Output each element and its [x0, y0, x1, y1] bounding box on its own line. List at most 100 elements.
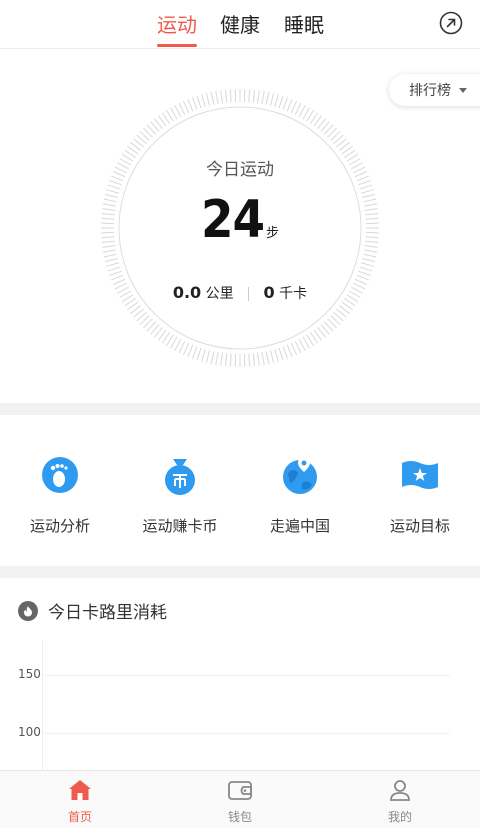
tab-health[interactable]: 健康 — [220, 9, 260, 38]
feature-label: 运动分析 — [0, 515, 120, 536]
ring-tick — [225, 353, 226, 366]
calories-value: 0 — [264, 283, 275, 302]
gridline — [42, 733, 450, 734]
ring-tick — [192, 346, 196, 358]
ring-tick — [221, 353, 223, 366]
calories-unit: 千卡 — [279, 286, 307, 302]
ring-tick — [188, 345, 193, 357]
distance-unit: 公里 — [206, 286, 234, 302]
ring-tick — [287, 345, 292, 357]
ring-tick — [109, 180, 121, 184]
ring-tick — [358, 271, 370, 275]
ring-tick — [202, 94, 206, 106]
ring-tick — [105, 258, 118, 261]
flag-star-icon — [400, 455, 440, 495]
ring-tick — [287, 99, 292, 111]
nav-wallet[interactable]: 钱包 — [200, 779, 280, 825]
ring-tick — [270, 350, 273, 363]
ranking-button[interactable]: 排行榜 — [389, 74, 480, 106]
ring-tick — [216, 91, 218, 104]
ring-tick — [266, 351, 269, 364]
nav-label: 首页 — [40, 808, 120, 825]
ring-tick — [175, 105, 181, 116]
chart-y-axis — [42, 640, 43, 771]
ring-tick — [104, 254, 117, 257]
ring-tick — [361, 263, 373, 267]
globe-pin-icon — [280, 455, 320, 495]
nav-label: 我的 — [360, 808, 440, 825]
section-divider — [0, 566, 480, 578]
ring-tick — [279, 96, 283, 108]
y-tick-label: 150 — [18, 667, 41, 681]
ring-tick — [360, 267, 372, 271]
share-arrow-icon[interactable] — [439, 11, 463, 35]
sport-stats: 0.0 公里 0 千卡 — [0, 283, 480, 303]
calorie-section-title: 今日卡路里消耗 — [48, 598, 167, 623]
ring-tick — [197, 348, 201, 360]
ring-tick — [266, 92, 269, 105]
ring-tick — [108, 185, 120, 189]
ring-tick — [279, 348, 283, 360]
ring-tick — [230, 89, 231, 102]
ring-tick — [283, 346, 287, 358]
ring-tick — [171, 108, 178, 119]
ring-tick — [216, 352, 218, 365]
nav-home[interactable]: 首页 — [40, 779, 120, 825]
ring-tick — [364, 250, 377, 252]
profile-icon — [389, 779, 411, 801]
nav-profile[interactable]: 我的 — [360, 779, 440, 825]
ring-tick — [249, 89, 250, 102]
top-tab-bar: 运动 健康 睡眠 — [0, 0, 480, 49]
footprint-icon — [40, 455, 80, 495]
ring-tick — [206, 93, 209, 106]
wallet-icon — [227, 779, 253, 801]
ranking-label: 排行榜 — [409, 80, 451, 100]
step-count: 24步 — [0, 190, 480, 250]
feature-label: 运动目标 — [360, 515, 480, 536]
ring-tick — [357, 275, 369, 280]
fire-icon — [18, 601, 38, 621]
ring-tick — [225, 90, 226, 103]
feature-sport-goal[interactable]: 运动目标 — [360, 455, 480, 536]
step-number: 24 — [201, 190, 264, 250]
ring-tick — [175, 339, 181, 350]
ring-tick — [103, 250, 116, 252]
coin-bag-icon — [160, 455, 200, 495]
ring-tick — [171, 337, 178, 348]
ring-tick — [183, 343, 188, 355]
ring-tick — [202, 349, 206, 361]
ring-tick — [183, 101, 188, 113]
ring-tick — [253, 353, 254, 366]
ring-tick — [270, 93, 273, 106]
ring-tick — [211, 351, 214, 364]
ring-tick — [109, 271, 121, 275]
caret-down-icon — [459, 88, 467, 93]
ring-tick — [303, 337, 310, 348]
nav-label: 钱包 — [200, 808, 280, 825]
calorie-section-header: 今日卡路里消耗 — [18, 598, 167, 623]
home-icon — [68, 779, 92, 801]
ring-tick — [179, 103, 185, 115]
ring-tick — [360, 185, 372, 189]
today-sport-label: 今日运动 — [0, 155, 480, 180]
ring-tick — [253, 90, 254, 103]
ring-tick — [299, 105, 305, 116]
ring-tick — [179, 341, 185, 353]
gridline — [42, 675, 450, 676]
ring-tick — [262, 352, 264, 365]
ring-tick — [275, 94, 279, 106]
step-unit: 步 — [266, 226, 279, 241]
active-tab-indicator — [157, 44, 197, 47]
feature-earn-coins[interactable]: 运动赚卡币 — [120, 455, 240, 536]
tab-sport[interactable]: 运动 — [157, 9, 197, 38]
section-divider — [0, 403, 480, 415]
ring-tick — [111, 275, 123, 280]
tab-sleep[interactable]: 睡眠 — [284, 9, 324, 38]
ring-tick — [291, 343, 296, 355]
feature-walk-china[interactable]: 走遍中国 — [240, 455, 360, 536]
feature-sport-analysis[interactable]: 运动分析 — [0, 455, 120, 536]
ring-tick — [258, 90, 260, 103]
ring-tick — [106, 263, 118, 267]
bottom-nav-bar: 首页 钱包 我的 — [0, 770, 480, 828]
ring-tick — [295, 341, 301, 353]
